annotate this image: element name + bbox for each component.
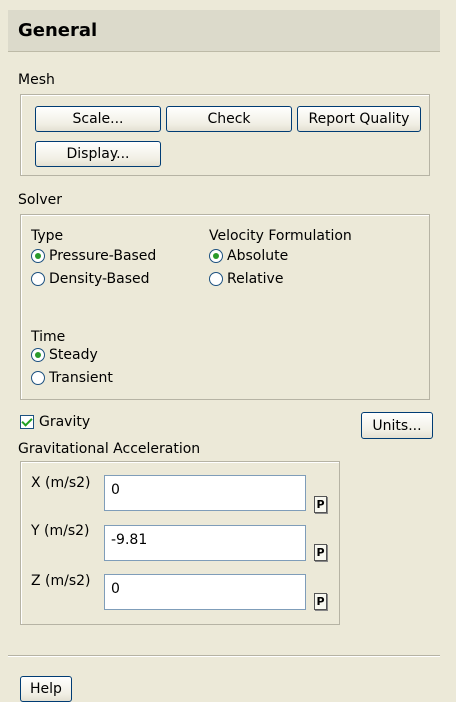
type-label: Type bbox=[31, 228, 64, 244]
gravity-checkbox[interactable]: Gravity bbox=[20, 414, 90, 430]
z-parameter-button[interactable]: P bbox=[314, 593, 327, 610]
velocity-formulation-label: Velocity Formulation bbox=[209, 228, 352, 244]
radio-pressure-based-label: Pressure-Based bbox=[49, 248, 157, 264]
display-button[interactable]: Display... bbox=[35, 141, 161, 167]
units-button[interactable]: Units... bbox=[361, 412, 433, 439]
mesh-group: Scale... Check Report Quality Display... bbox=[20, 94, 430, 176]
scale-button[interactable]: Scale... bbox=[35, 106, 161, 132]
mesh-label: Mesh bbox=[18, 72, 55, 88]
z-gravity-input[interactable]: 0 bbox=[104, 574, 306, 610]
solver-group: Type Pressure-Based Density-Based Veloci… bbox=[20, 214, 430, 400]
radio-selected-icon bbox=[209, 249, 223, 263]
radio-unselected-icon bbox=[209, 272, 223, 286]
radio-pressure-based[interactable]: Pressure-Based bbox=[31, 248, 156, 264]
radio-absolute-label: Absolute bbox=[227, 248, 289, 264]
radio-relative-label: Relative bbox=[227, 271, 284, 287]
y-gravity-input[interactable]: -9.81 bbox=[104, 525, 306, 561]
radio-density-based[interactable]: Density-Based bbox=[31, 271, 150, 287]
radio-transient-label: Transient bbox=[49, 370, 113, 386]
radio-density-based-label: Density-Based bbox=[49, 271, 150, 287]
radio-unselected-icon bbox=[31, 371, 45, 385]
radio-transient[interactable]: Transient bbox=[31, 370, 113, 386]
check-button[interactable]: Check bbox=[166, 106, 292, 132]
x-label: X (m/s2) bbox=[31, 475, 91, 491]
radio-steady[interactable]: Steady bbox=[31, 347, 98, 363]
time-label: Time bbox=[31, 329, 66, 345]
x-parameter-button[interactable]: P bbox=[314, 496, 327, 513]
radio-selected-icon bbox=[31, 249, 45, 263]
y-parameter-button[interactable]: P bbox=[314, 544, 327, 561]
help-button[interactable]: Help bbox=[20, 676, 72, 702]
radio-steady-label: Steady bbox=[49, 347, 98, 363]
footer-separator bbox=[8, 655, 440, 657]
radio-relative[interactable]: Relative bbox=[209, 271, 283, 287]
gravitational-acceleration-label: Gravitational Acceleration bbox=[18, 441, 201, 457]
solver-label: Solver bbox=[18, 192, 62, 208]
y-label: Y (m/s2) bbox=[31, 523, 90, 539]
radio-unselected-icon bbox=[31, 272, 45, 286]
radio-absolute[interactable]: Absolute bbox=[209, 248, 288, 264]
z-label: Z (m/s2) bbox=[31, 573, 91, 589]
panel-title: General bbox=[8, 10, 440, 52]
report-quality-button[interactable]: Report Quality bbox=[297, 106, 421, 132]
general-panel: General Mesh Scale... Check Report Quali… bbox=[0, 0, 456, 702]
gravitational-acceleration-group: X (m/s2) 0 P Y (m/s2) -9.81 P Z (m/s2) 0… bbox=[20, 461, 340, 625]
x-gravity-input[interactable]: 0 bbox=[104, 475, 306, 511]
radio-selected-icon bbox=[31, 348, 45, 362]
checkbox-checked-icon bbox=[20, 415, 34, 429]
gravity-label: Gravity bbox=[39, 414, 91, 430]
